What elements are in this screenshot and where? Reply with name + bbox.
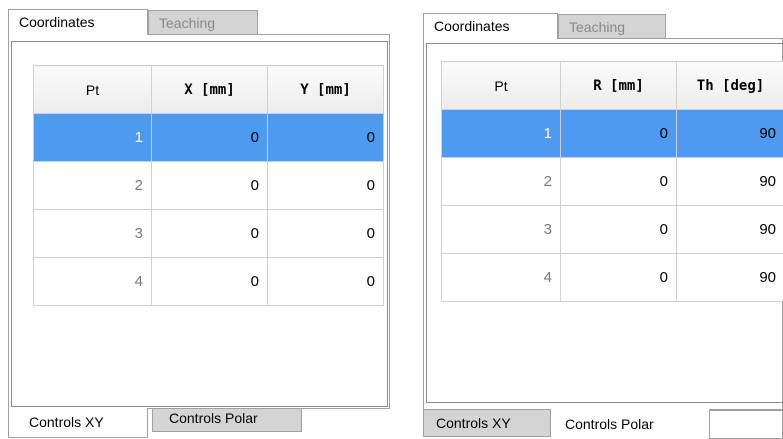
tab-coordinates[interactable]: Coordinates	[423, 13, 558, 39]
cell-y[interactable]: 0	[267, 209, 384, 258]
cell-r[interactable]: 0	[560, 253, 677, 302]
tab-teaching[interactable]: Teaching	[148, 10, 258, 35]
left-panel: Coordinates Teaching Pt X [mm] Y [mm] 1 …	[0, 0, 390, 439]
cell-pt[interactable]: 1	[33, 113, 152, 162]
table-row[interactable]: 3 0 90	[441, 205, 783, 254]
cell-th[interactable]: 90	[676, 109, 783, 158]
cell-th[interactable]: 90	[676, 253, 783, 302]
cell-x[interactable]: 0	[151, 113, 268, 162]
tab-coordinates[interactable]: Coordinates	[8, 9, 148, 35]
cell-pt[interactable]: 3	[441, 205, 561, 254]
cell-th[interactable]: 90	[676, 157, 783, 206]
cell-th[interactable]: 90	[676, 205, 783, 254]
column-header-r[interactable]: R [mm]	[560, 61, 677, 110]
cell-y[interactable]: 0	[267, 257, 384, 306]
tab-controls-xy[interactable]: Controls XY	[8, 408, 148, 438]
table-row[interactable]: 4 0 90	[441, 253, 783, 302]
points-grid[interactable]: Pt X [mm] Y [mm] 1 0 0 2 0 0 3 0 0 4 0 0	[33, 65, 384, 306]
column-header-y[interactable]: Y [mm]	[267, 65, 384, 114]
cell-r[interactable]: 0	[560, 157, 677, 206]
coordinates-tab-page: Pt R [mm] Th [deg] 1 0 90 2 0 90 3 0 90 …	[423, 38, 783, 410]
right-panel: Coordinates Teaching Pt R [mm] Th [deg] …	[413, 0, 783, 439]
cell-pt[interactable]: 4	[33, 257, 152, 306]
cell-x[interactable]: 0	[151, 161, 268, 210]
panel-gap	[390, 0, 413, 439]
cell-r[interactable]: 0	[560, 109, 677, 158]
cell-x[interactable]: 0	[151, 209, 268, 258]
cell-y[interactable]: 0	[267, 161, 384, 210]
cell-pt[interactable]: 2	[33, 161, 152, 210]
tab-controls-xy[interactable]: Controls XY	[423, 409, 551, 437]
table-row[interactable]: 2 0 90	[441, 157, 783, 206]
cell-pt[interactable]: 3	[33, 209, 152, 258]
column-header-pt[interactable]: Pt	[441, 61, 561, 110]
table-row[interactable]: 3 0 0	[33, 209, 384, 258]
table-row[interactable]: 2 0 0	[33, 161, 384, 210]
table-row[interactable]: 1 0 0	[33, 113, 384, 162]
column-header-th[interactable]: Th [deg]	[676, 61, 783, 110]
cell-pt[interactable]: 1	[441, 109, 561, 158]
table-row[interactable]: 1 0 90	[441, 109, 783, 158]
tab-teaching[interactable]: Teaching	[558, 14, 666, 39]
column-header-pt[interactable]: Pt	[33, 65, 152, 114]
points-grid[interactable]: Pt R [mm] Th [deg] 1 0 90 2 0 90 3 0 90 …	[441, 61, 783, 302]
cell-r[interactable]: 0	[560, 205, 677, 254]
tab-controls-polar[interactable]: Controls Polar	[551, 409, 709, 439]
cell-pt[interactable]: 2	[441, 157, 561, 206]
grid-header-row: Pt R [mm] Th [deg]	[441, 61, 783, 110]
coordinates-tab-page: Pt X [mm] Y [mm] 1 0 0 2 0 0 3 0 0 4 0 0	[8, 34, 390, 409]
cell-y[interactable]: 0	[267, 113, 384, 162]
table-row[interactable]: 4 0 0	[33, 257, 384, 306]
cell-pt[interactable]: 4	[441, 253, 561, 302]
grid-header-row: Pt X [mm] Y [mm]	[33, 65, 384, 114]
cell-x[interactable]: 0	[151, 257, 268, 306]
column-header-x[interactable]: X [mm]	[151, 65, 268, 114]
empty-field	[709, 410, 783, 439]
